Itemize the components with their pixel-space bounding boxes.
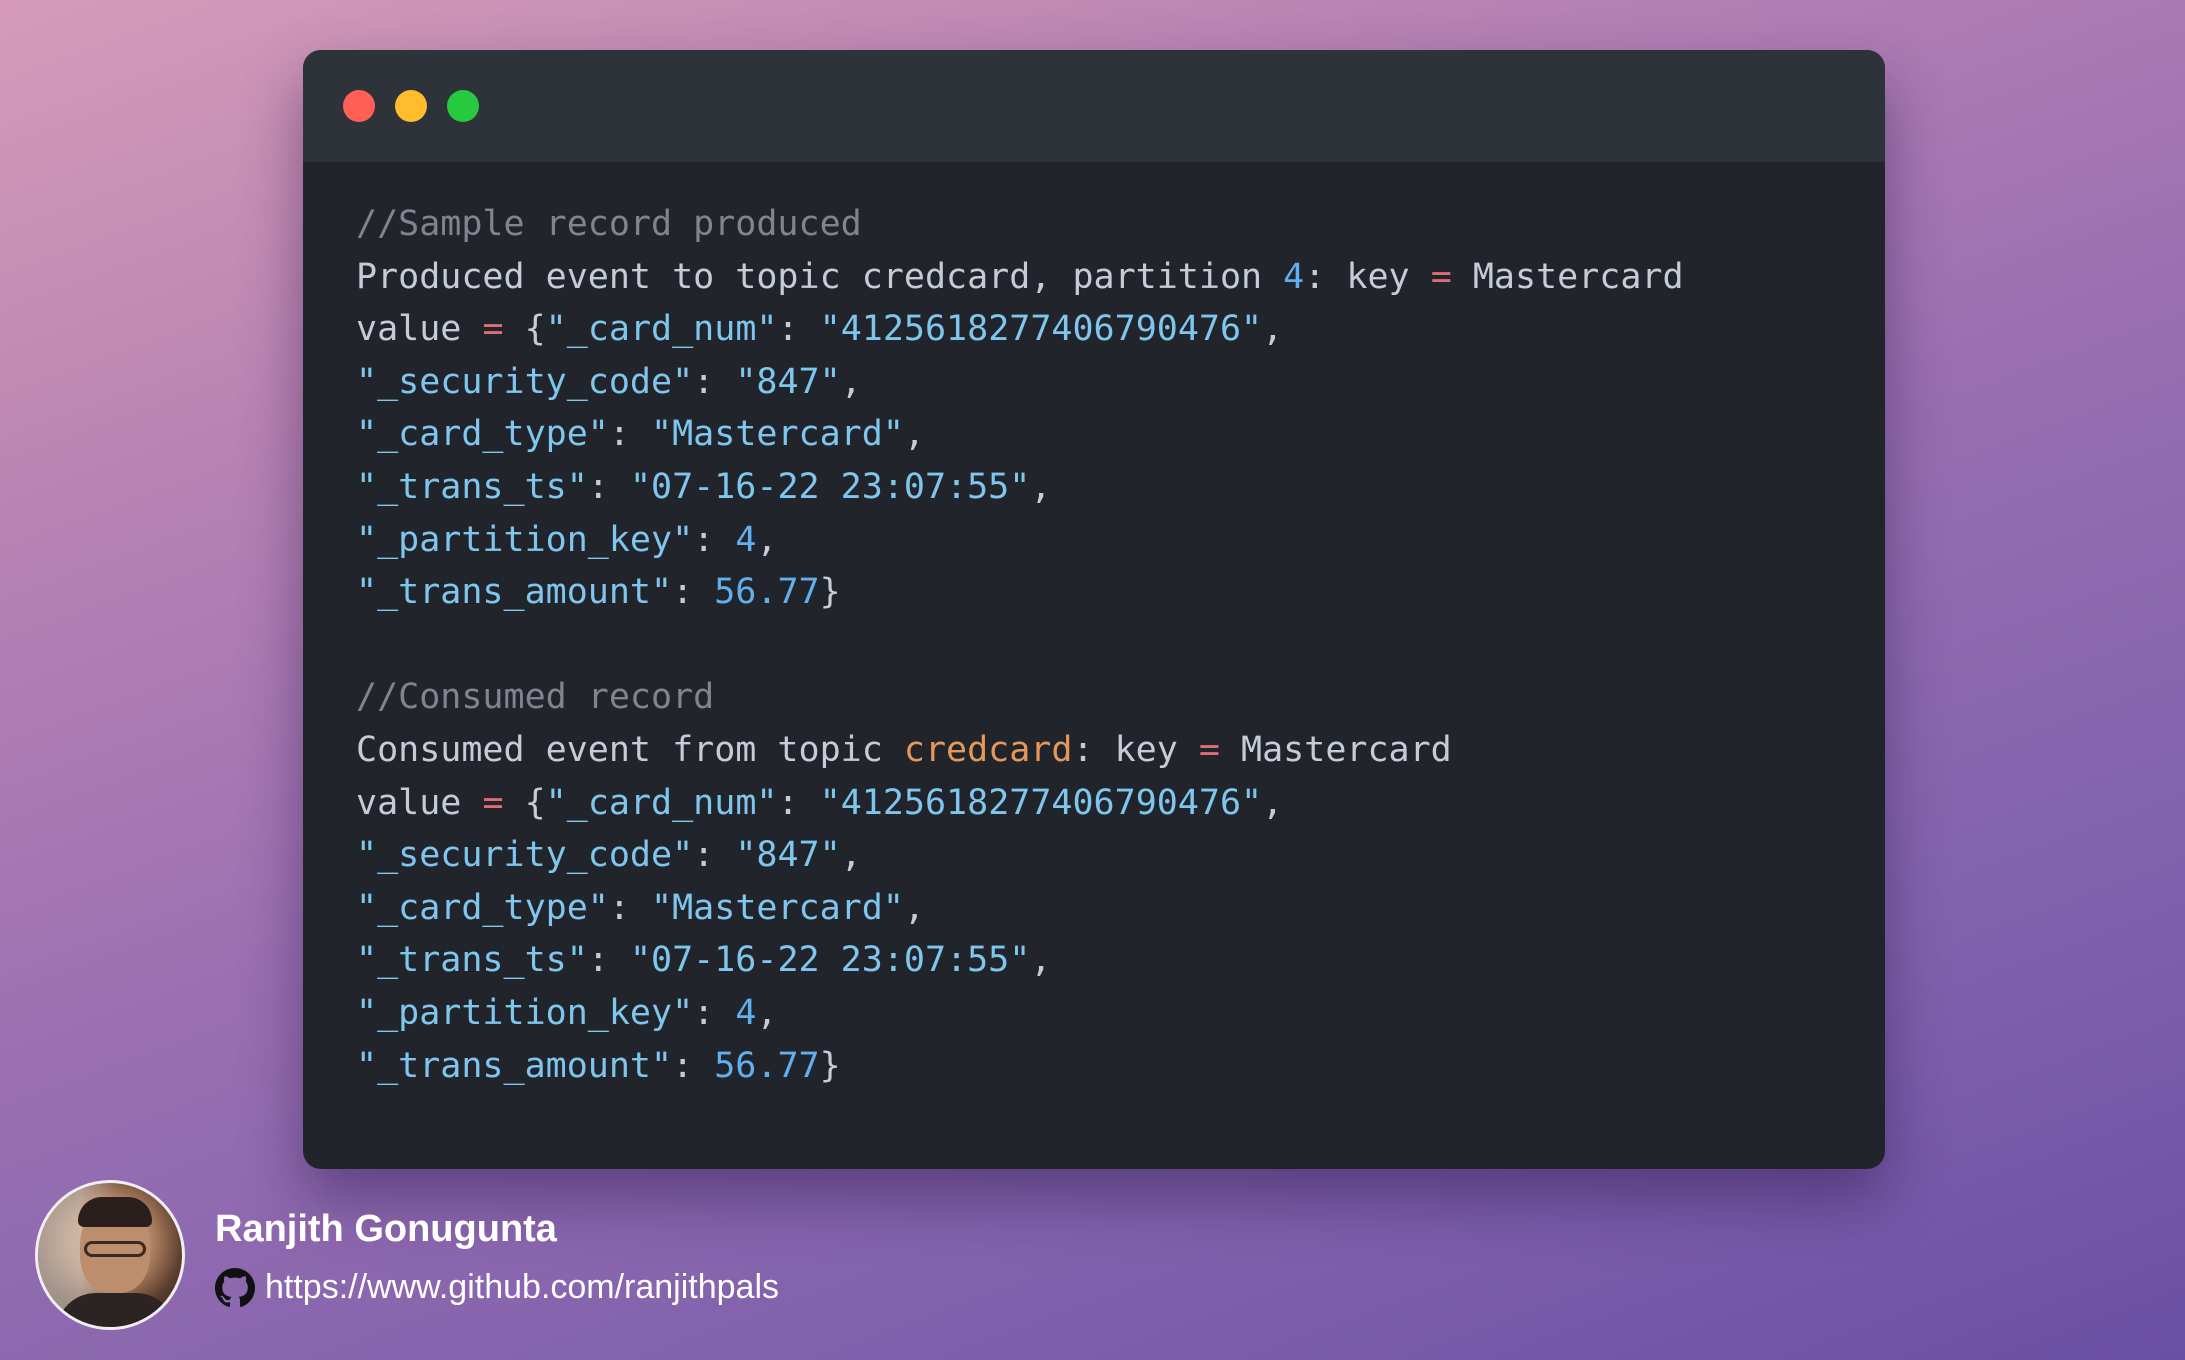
code-token: : xyxy=(672,1045,715,1086)
code-line: "_security_code": "847", xyxy=(356,829,1684,882)
code-token: "_partition_key" xyxy=(356,519,694,560)
code-line: //Consumed record xyxy=(356,671,1684,724)
code-token: : xyxy=(777,309,820,350)
code-token: , xyxy=(903,887,925,928)
code-token: = xyxy=(1198,729,1220,770)
code-token: Consumed event from topic xyxy=(356,729,904,770)
code-token: "_trans_amount" xyxy=(356,572,673,613)
code-token: "_card_num" xyxy=(545,309,778,350)
code-token: value xyxy=(356,309,483,350)
code-token: { xyxy=(503,309,546,350)
code-token: : xyxy=(608,414,652,455)
minimize-window-button[interactable] xyxy=(395,90,427,122)
code-token: 56.77 xyxy=(714,1045,820,1086)
code-token: "_trans_amount" xyxy=(356,1045,673,1086)
code-token: "_card_num" xyxy=(545,782,778,823)
code-token: credcard xyxy=(903,729,1073,770)
code-token: , xyxy=(840,835,862,876)
code-token: : key xyxy=(1072,729,1199,770)
code-token: = xyxy=(1430,256,1452,297)
code-token: Produced event to topic credcard, partit… xyxy=(356,256,1284,297)
code-token: "Mastercard" xyxy=(651,414,904,455)
code-token: : xyxy=(672,572,715,613)
code-line: Consumed event from topic credcard: key … xyxy=(356,724,1684,777)
code-token: , xyxy=(756,992,778,1033)
code-token: : xyxy=(693,992,736,1033)
code-line: Produced event to topic credcard, partit… xyxy=(356,251,1684,304)
code-token: : xyxy=(777,782,820,823)
code-token: , xyxy=(1262,309,1284,350)
author-url[interactable]: https://www.github.com/ranjithpals xyxy=(265,1268,779,1307)
code-token: : xyxy=(693,519,736,560)
code-token: Mastercard xyxy=(1451,256,1684,297)
code-token: : xyxy=(608,887,652,928)
code-token: value xyxy=(356,782,483,823)
author-name: Ranjith Gonugunta xyxy=(215,1208,557,1250)
code-token: , xyxy=(903,414,925,455)
code-token: 4 xyxy=(1283,256,1305,297)
code-line: "_partition_key": 4, xyxy=(356,987,1684,1040)
code-token: "07-16-22 23:07:55" xyxy=(629,466,1031,507)
code-token: = xyxy=(482,782,504,823)
code-token: "847" xyxy=(735,361,841,402)
code-token: "_security_code" xyxy=(356,361,694,402)
code-token: "_trans_ts" xyxy=(356,466,588,507)
code-token: "_card_type" xyxy=(356,414,609,455)
code-token: "4125618277406790476" xyxy=(819,309,1263,350)
code-line: "_security_code": "847", xyxy=(356,356,1684,409)
code-token: : key xyxy=(1304,256,1431,297)
window-titlebar xyxy=(303,50,1885,162)
code-token: Mastercard xyxy=(1219,729,1452,770)
code-token: 4 xyxy=(735,519,757,560)
code-line: "_trans_ts": "07-16-22 23:07:55", xyxy=(356,461,1684,514)
code-token: "_card_type" xyxy=(356,887,609,928)
code-line: "_trans_amount": 56.77} xyxy=(356,1040,1684,1093)
code-line: "_partition_key": 4, xyxy=(356,514,1684,567)
code-token: , xyxy=(756,519,778,560)
code-token: , xyxy=(840,361,862,402)
code-line: "_card_type": "Mastercard", xyxy=(356,408,1684,461)
code-token: "847" xyxy=(735,835,841,876)
github-icon xyxy=(215,1268,255,1308)
code-line: "_trans_ts": "07-16-22 23:07:55", xyxy=(356,934,1684,987)
code-line: "_card_type": "Mastercard", xyxy=(356,882,1684,935)
code-block: //Sample record produced Produced event t… xyxy=(356,198,1684,1092)
code-token: = xyxy=(482,309,504,350)
code-token: "07-16-22 23:07:55" xyxy=(629,940,1031,981)
code-token: "_partition_key" xyxy=(356,992,694,1033)
code-token: , xyxy=(1030,466,1052,507)
code-token: , xyxy=(1262,782,1284,823)
code-token: //Consumed record xyxy=(356,677,715,718)
avatar xyxy=(35,1180,185,1330)
code-token: "_trans_ts" xyxy=(356,940,588,981)
code-token: 4 xyxy=(735,992,757,1033)
code-token: : xyxy=(693,361,736,402)
code-token: "Mastercard" xyxy=(651,887,904,928)
code-token: , xyxy=(1030,940,1052,981)
code-line: //Sample record produced xyxy=(356,198,1684,251)
code-token: 56.77 xyxy=(714,572,820,613)
code-token: : xyxy=(693,835,736,876)
code-token: : xyxy=(587,466,630,507)
code-line: "_trans_amount": 56.77} xyxy=(356,566,1684,619)
close-window-button[interactable] xyxy=(343,90,375,122)
code-line: value = {"_card_num": "41256182774067904… xyxy=(356,777,1684,830)
code-token: } xyxy=(819,1045,841,1086)
code-token: "4125618277406790476" xyxy=(819,782,1263,823)
code-token: //Sample record produced xyxy=(356,204,862,244)
code-token: "_security_code" xyxy=(356,835,694,876)
code-token: : xyxy=(587,940,630,981)
code-token: { xyxy=(503,782,546,823)
author-card: Ranjith Gonugunta https://www.github.com… xyxy=(35,1180,935,1330)
code-line: value = {"_card_num": "41256182774067904… xyxy=(356,303,1684,356)
maximize-window-button[interactable] xyxy=(447,90,479,122)
code-token: } xyxy=(819,572,841,613)
code-window: //Sample record produced Produced event t… xyxy=(303,50,1885,1169)
